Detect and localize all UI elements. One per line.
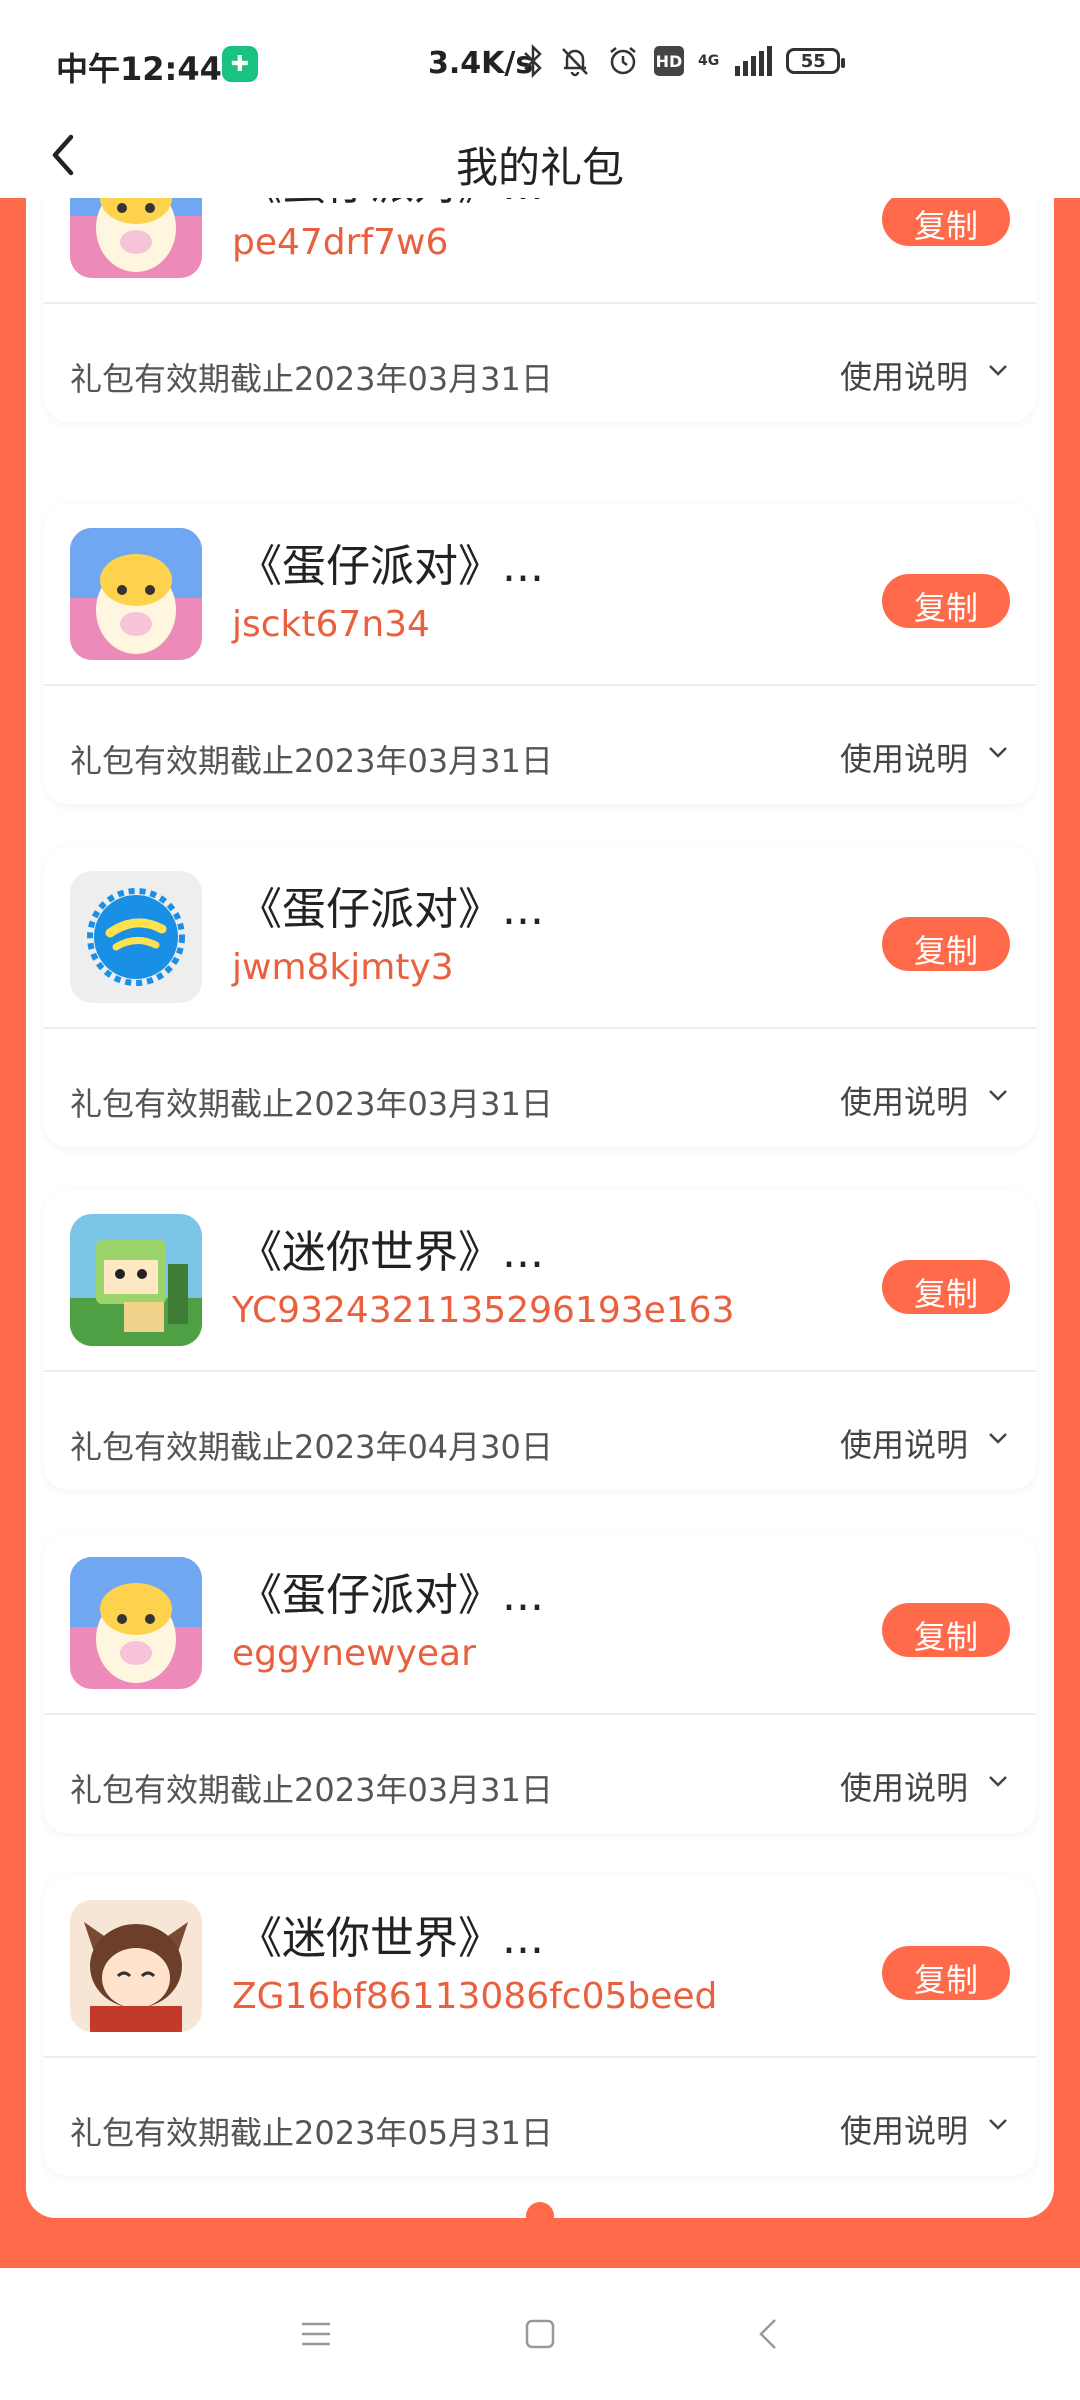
instructions-label: 使用说明 [839, 1769, 968, 1807]
copy-button[interactable]: 复制 [882, 574, 1010, 628]
menu-icon [302, 2322, 330, 2346]
title-bar: 我的礼包 [0, 120, 1080, 198]
copy-button[interactable]: 复制 [882, 1603, 1010, 1657]
alarm-icon [610, 47, 636, 75]
nav-back-button[interactable] [738, 2304, 798, 2364]
page-title: 我的礼包 [455, 143, 624, 192]
instructions-button[interactable]: 使用说明 [840, 734, 1008, 780]
gift-panel: 《蛋仔派对》... pe47drf7w6 复制 礼包有效期截止2023年03月3… [0, 198, 1080, 2268]
net-speed: 3.4K/s [428, 46, 534, 81]
instructions-button[interactable]: 使用说明 [840, 1077, 1008, 1123]
chevron-down-icon [989, 1776, 1007, 1787]
status-bar: 中午12:44 ✚ 3.4K/s HD 4G 55 [0, 0, 1080, 120]
system-nav-bar [0, 2268, 1080, 2400]
gift-list[interactable]: 《蛋仔派对》... pe47drf7w6 复制 礼包有效期截止2023年03月3… [26, 198, 1054, 2218]
divider [44, 684, 1036, 686]
instructions-label: 使用说明 [839, 740, 968, 778]
copy-button[interactable]: 复制 [882, 917, 1010, 971]
gift-card: 《迷你世界》... ZG16bf86113086fc05beed 复制 礼包有效… [44, 1876, 1036, 2176]
instructions-button[interactable]: 使用说明 [840, 352, 1008, 398]
battery-icon: 55 [786, 48, 846, 74]
back-triangle-icon [759, 2319, 776, 2349]
eggy-party-icon [70, 198, 202, 278]
instructions-label: 使用说明 [839, 1083, 968, 1121]
expiry-text: 礼包有效期截止2023年03月31日 [70, 742, 553, 780]
gift-code: jwm8kjmty3 [232, 947, 454, 988]
game-name: 《蛋仔派对》... [238, 1570, 544, 1621]
game-name: 《迷你世界》... [238, 1913, 544, 1964]
game-name: 《迷你世界》... [238, 1227, 544, 1278]
divider [44, 1027, 1036, 1029]
gift-card: 《蛋仔派对》... jwm8kjmty3 复制 礼包有效期截止2023年03月3… [44, 847, 1036, 1147]
instructions-label: 使用说明 [839, 2112, 968, 2150]
bottle-cap-icon [70, 871, 202, 1003]
eggy-party-icon [70, 528, 202, 660]
status-time: 中午12:44 [56, 50, 222, 88]
expiry-text: 礼包有效期截止2023年03月31日 [70, 360, 553, 398]
divider [44, 302, 1036, 304]
bell-muted-icon [562, 48, 588, 77]
gift-code: YC9324321135296193e163 [232, 1290, 735, 1331]
chevron-down-icon [989, 1090, 1007, 1101]
gift-card: 《迷你世界》... YC9324321135296193e163 复制 礼包有效… [44, 1190, 1036, 1490]
gift-code: eggynewyear [232, 1633, 476, 1674]
eggy-party-icon [70, 1557, 202, 1689]
expiry-text: 礼包有效期截止2023年04月30日 [70, 1428, 553, 1466]
instructions-button[interactable]: 使用说明 [840, 1420, 1008, 1466]
gift-card: 《蛋仔派对》... jsckt67n34 复制 礼包有效期截止2023年03月3… [44, 504, 1036, 804]
menu-button[interactable] [286, 2304, 346, 2364]
scroll-indicator [526, 2202, 554, 2230]
hd-icon: HD [654, 46, 684, 76]
gift-code: jsckt67n34 [232, 604, 430, 645]
copy-button[interactable]: 复制 [882, 198, 1010, 246]
gift-code: pe47drf7w6 [232, 222, 449, 263]
chevron-down-icon [989, 1433, 1007, 1444]
instructions-button[interactable]: 使用说明 [840, 1763, 1008, 1809]
expiry-text: 礼包有效期截止2023年03月31日 [70, 1085, 553, 1123]
game-name: 《蛋仔派对》... [238, 198, 544, 212]
mini-world-girl-icon [70, 1900, 202, 2032]
status-icons: HD 4G 55 [522, 44, 846, 78]
gift-card: 《蛋仔派对》... pe47drf7w6 复制 礼包有效期截止2023年03月3… [44, 198, 1036, 422]
divider [44, 1370, 1036, 1372]
copy-button[interactable]: 复制 [882, 1260, 1010, 1314]
gift-card: 《蛋仔派对》... eggynewyear 复制 礼包有效期截止2023年03月… [44, 1533, 1036, 1833]
instructions-button[interactable]: 使用说明 [840, 2106, 1008, 2152]
signal-icon [735, 46, 773, 76]
chevron-down-icon [989, 365, 1007, 376]
gift-code: ZG16bf86113086fc05beed [232, 1976, 718, 2017]
divider [44, 1713, 1036, 1715]
home-square-icon [525, 2319, 555, 2349]
network-type: 4G [698, 53, 720, 69]
instructions-label: 使用说明 [839, 358, 968, 396]
chevron-down-icon [989, 2119, 1007, 2130]
expiry-text: 礼包有效期截止2023年05月31日 [70, 2114, 553, 2152]
game-name: 《蛋仔派对》... [238, 541, 544, 592]
home-button[interactable] [510, 2304, 570, 2364]
mini-world-icon [70, 1214, 202, 1346]
copy-button[interactable]: 复制 [882, 1946, 1010, 2000]
game-name: 《蛋仔派对》... [238, 884, 544, 935]
instructions-label: 使用说明 [839, 1426, 968, 1464]
shield-icon: ✚ [222, 46, 258, 82]
bluetooth-icon [524, 44, 542, 78]
divider [44, 2056, 1036, 2058]
expiry-text: 礼包有效期截止2023年03月31日 [70, 1771, 553, 1809]
chevron-down-icon [989, 747, 1007, 758]
